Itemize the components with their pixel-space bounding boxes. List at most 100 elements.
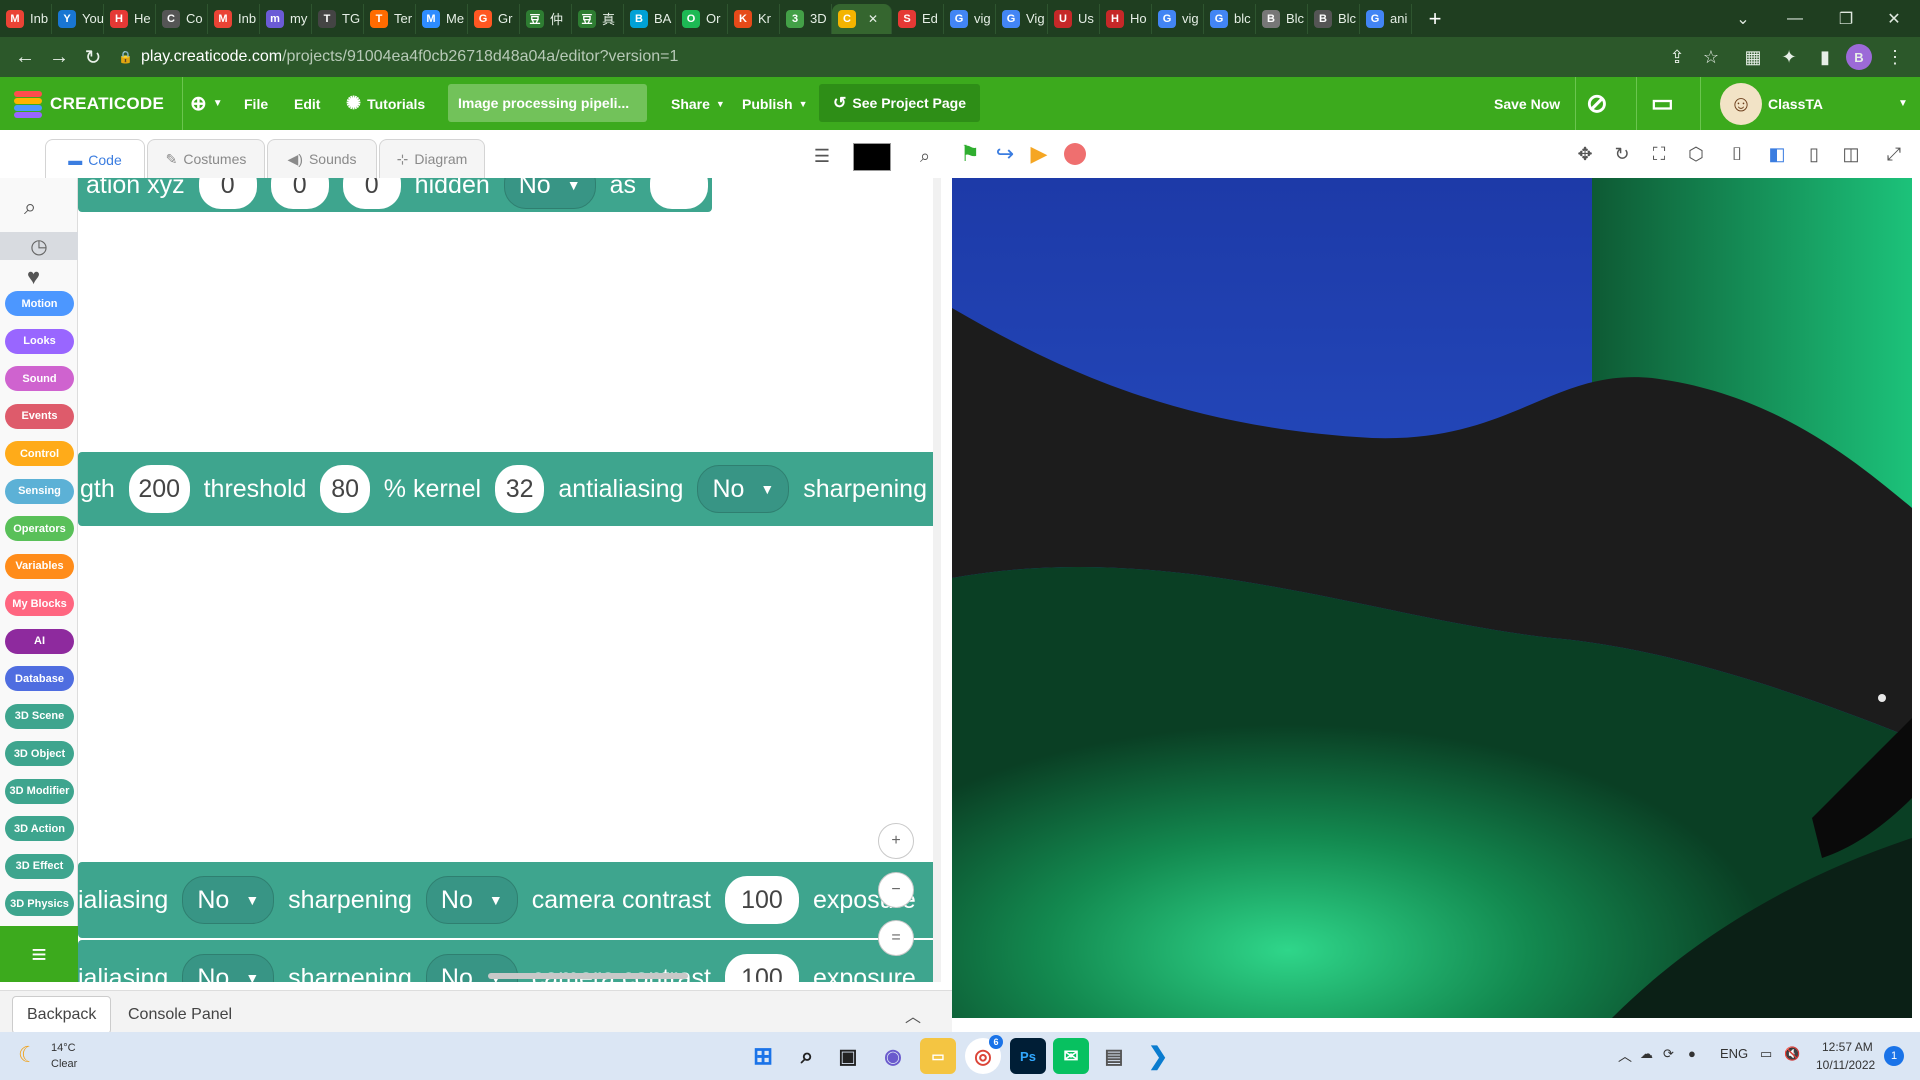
code-workspace[interactable]: ation xyz 0 0 0 hidden No ▼ as gth 200 th… bbox=[78, 178, 941, 982]
publish-menu[interactable]: Publish ▼ bbox=[742, 77, 807, 130]
tab-sounds[interactable]: ◀) Sounds bbox=[267, 139, 377, 178]
windows-start-icon[interactable]: ⊞ bbox=[745, 1038, 781, 1074]
file-explorer-icon[interactable]: ▭ bbox=[920, 1038, 956, 1074]
category-events[interactable]: Events bbox=[5, 403, 74, 429]
search-icon[interactable]: ⌕ bbox=[24, 194, 36, 220]
clock-time[interactable]: 12:57 AM bbox=[1822, 1040, 1873, 1054]
category-3d-modifier[interactable]: 3D Modifier bbox=[5, 778, 74, 804]
layout-medium-stage-icon[interactable]: ▯ bbox=[1799, 139, 1829, 169]
block-dropdown[interactable]: No ▼ bbox=[425, 876, 518, 924]
horizontal-scrollbar[interactable] bbox=[488, 973, 688, 979]
code-block-camera-settings[interactable]: ialiasing No ▼ sharpening No ▼ camera cont… bbox=[78, 862, 941, 938]
browser-tab[interactable]: C ✕ bbox=[832, 3, 892, 34]
browser-tab[interactable]: M Inb bbox=[0, 3, 52, 34]
language-globe-icon[interactable]: ⊕ ▼ bbox=[190, 77, 223, 130]
browser-tab[interactable]: G Gr bbox=[468, 3, 520, 34]
block-number-input[interactable]: 80 bbox=[320, 465, 370, 513]
browser-tab[interactable]: M Inb bbox=[208, 3, 260, 34]
zoom-reset-button[interactable]: = bbox=[878, 920, 914, 956]
language-indicator[interactable]: ENG bbox=[1720, 1046, 1748, 1061]
category-looks[interactable]: Looks bbox=[5, 328, 74, 354]
category-my-blocks[interactable]: My Blocks bbox=[5, 591, 74, 616]
zoom-out-button[interactable]: − bbox=[878, 872, 914, 908]
move-arrows-icon[interactable]: ✥ bbox=[1570, 139, 1600, 169]
browser-tab[interactable]: B Blc bbox=[1256, 3, 1308, 34]
category-3d-physics[interactable]: 3D Physics bbox=[5, 891, 74, 916]
browser-tab[interactable]: Y You bbox=[52, 3, 104, 34]
browser-tab[interactable]: T Ter bbox=[364, 3, 416, 34]
browser-tab[interactable]: T TG bbox=[312, 3, 364, 34]
block-number-input[interactable]: 0 bbox=[198, 178, 257, 209]
browser-tab[interactable]: Gani bbox=[1360, 3, 1412, 34]
back-icon[interactable]: ← bbox=[8, 46, 42, 69]
stage-3d-view[interactable] bbox=[952, 178, 1912, 1018]
browser-tab[interactable]: 豆真 bbox=[572, 3, 624, 34]
browser-tab[interactable]: M Me bbox=[416, 3, 468, 34]
layout-small-stage-icon[interactable]: ◧ bbox=[1762, 139, 1792, 169]
open-folder-icon[interactable]: ▭ bbox=[1651, 77, 1674, 130]
category-sound[interactable]: Sound bbox=[5, 366, 74, 391]
block-number-input[interactable]: 100 bbox=[724, 876, 799, 924]
forward-icon[interactable]: → bbox=[42, 46, 76, 69]
user-account-menu[interactable]: ☺ ClassTA bbox=[1720, 77, 1823, 130]
teams-chat-icon[interactable]: ◉ bbox=[875, 1038, 911, 1074]
cloud-icon[interactable]: ☁ bbox=[1640, 1046, 1653, 1062]
search-icon[interactable]: ⌕ bbox=[910, 141, 940, 171]
browser-tab[interactable]: Gvig bbox=[944, 3, 996, 34]
close-window-button[interactable]: ✕ bbox=[1866, 0, 1920, 37]
browser-tab[interactable]: H He bbox=[104, 3, 156, 34]
photoshop-icon[interactable]: Ps bbox=[1010, 1038, 1046, 1074]
block-dropdown[interactable]: No ▼ bbox=[697, 465, 790, 513]
weather-temp[interactable]: 14°C bbox=[51, 1042, 76, 1054]
block-number-input[interactable]: 32 bbox=[495, 465, 545, 513]
block-number-input[interactable]: 200 bbox=[128, 465, 190, 513]
tab-search-button[interactable]: ⌄ bbox=[1715, 0, 1771, 37]
share-page-icon[interactable]: ⇪ bbox=[1664, 44, 1690, 70]
chrome-icon[interactable]: ◎ 6 bbox=[965, 1035, 1003, 1074]
close-tab-icon[interactable]: ✕ bbox=[868, 12, 878, 26]
vscode-icon[interactable]: ❯ bbox=[1140, 1038, 1176, 1074]
block-number-input[interactable]: 100 bbox=[724, 954, 799, 982]
category-3d-effect[interactable]: 3D Effect bbox=[5, 853, 74, 879]
vertical-scrollbar[interactable] bbox=[933, 178, 941, 982]
category-database[interactable]: Database bbox=[5, 666, 74, 691]
block-dropdown[interactable]: No ▼ bbox=[182, 954, 275, 982]
category-3d-object[interactable]: 3D Object bbox=[5, 741, 74, 766]
browser-tab[interactable]: S Ed bbox=[892, 3, 944, 34]
history-clock-icon[interactable]: ◷ bbox=[0, 232, 78, 260]
tray-chevron-up-icon[interactable]: ︿ bbox=[1618, 1046, 1632, 1066]
network-icon[interactable]: ▭ bbox=[1760, 1046, 1772, 1062]
browser-tab[interactable]: B Blc bbox=[1308, 3, 1360, 34]
category-control[interactable]: Control bbox=[5, 441, 74, 466]
see-project-page-button[interactable]: ↺ See Project Page bbox=[819, 84, 981, 122]
add-extension-button[interactable]: ≡ bbox=[0, 926, 78, 982]
category-3d-scene[interactable]: 3D Scene bbox=[5, 703, 74, 729]
minimize-button[interactable]: — bbox=[1767, 0, 1823, 37]
side-panel-icon[interactable]: ▮ bbox=[1812, 44, 1838, 70]
browser-tab[interactable]: K Kr bbox=[728, 3, 780, 34]
green-flag-icon[interactable]: ⚑ bbox=[955, 139, 985, 169]
block-text-input[interactable] bbox=[649, 178, 708, 209]
tab-console-panel[interactable]: Console Panel bbox=[114, 996, 246, 1034]
xr-extension-icon[interactable]: ▦ bbox=[1740, 44, 1766, 70]
cube-icon[interactable]: ⬡ bbox=[1681, 139, 1711, 169]
sync-icon[interactable]: ⟳ bbox=[1663, 1046, 1674, 1062]
favorites-heart-icon[interactable]: ♥ bbox=[27, 264, 40, 290]
rotate-icon[interactable]: ↻ bbox=[1607, 139, 1637, 169]
tab-costumes[interactable]: ✎ Costumes bbox=[147, 139, 265, 178]
align-menu-icon[interactable]: ☰ bbox=[807, 141, 837, 171]
zoom-in-button[interactable]: + bbox=[878, 823, 914, 859]
tab-backpack[interactable]: Backpack bbox=[12, 996, 112, 1034]
clock-date[interactable]: 10/11/2022 bbox=[1816, 1058, 1875, 1072]
browser-tab[interactable]: G Vig bbox=[996, 3, 1048, 34]
new-tab-button[interactable]: + bbox=[1420, 6, 1450, 32]
step-arrow-icon[interactable]: ↪ bbox=[990, 139, 1020, 169]
chevron-up-icon[interactable]: ︿ bbox=[905, 1003, 921, 1027]
reload-icon[interactable]: ↻ bbox=[76, 45, 110, 70]
browser-tab[interactable]: H Ho bbox=[1100, 3, 1152, 34]
tutorials-button[interactable]: ✺ Tutorials bbox=[346, 77, 425, 130]
category-motion[interactable]: Motion bbox=[5, 291, 74, 316]
browser-tab[interactable]: U Us bbox=[1048, 3, 1100, 34]
save-now-button[interactable]: Save Now bbox=[1494, 77, 1560, 130]
category-operators[interactable]: Operators bbox=[5, 516, 74, 541]
